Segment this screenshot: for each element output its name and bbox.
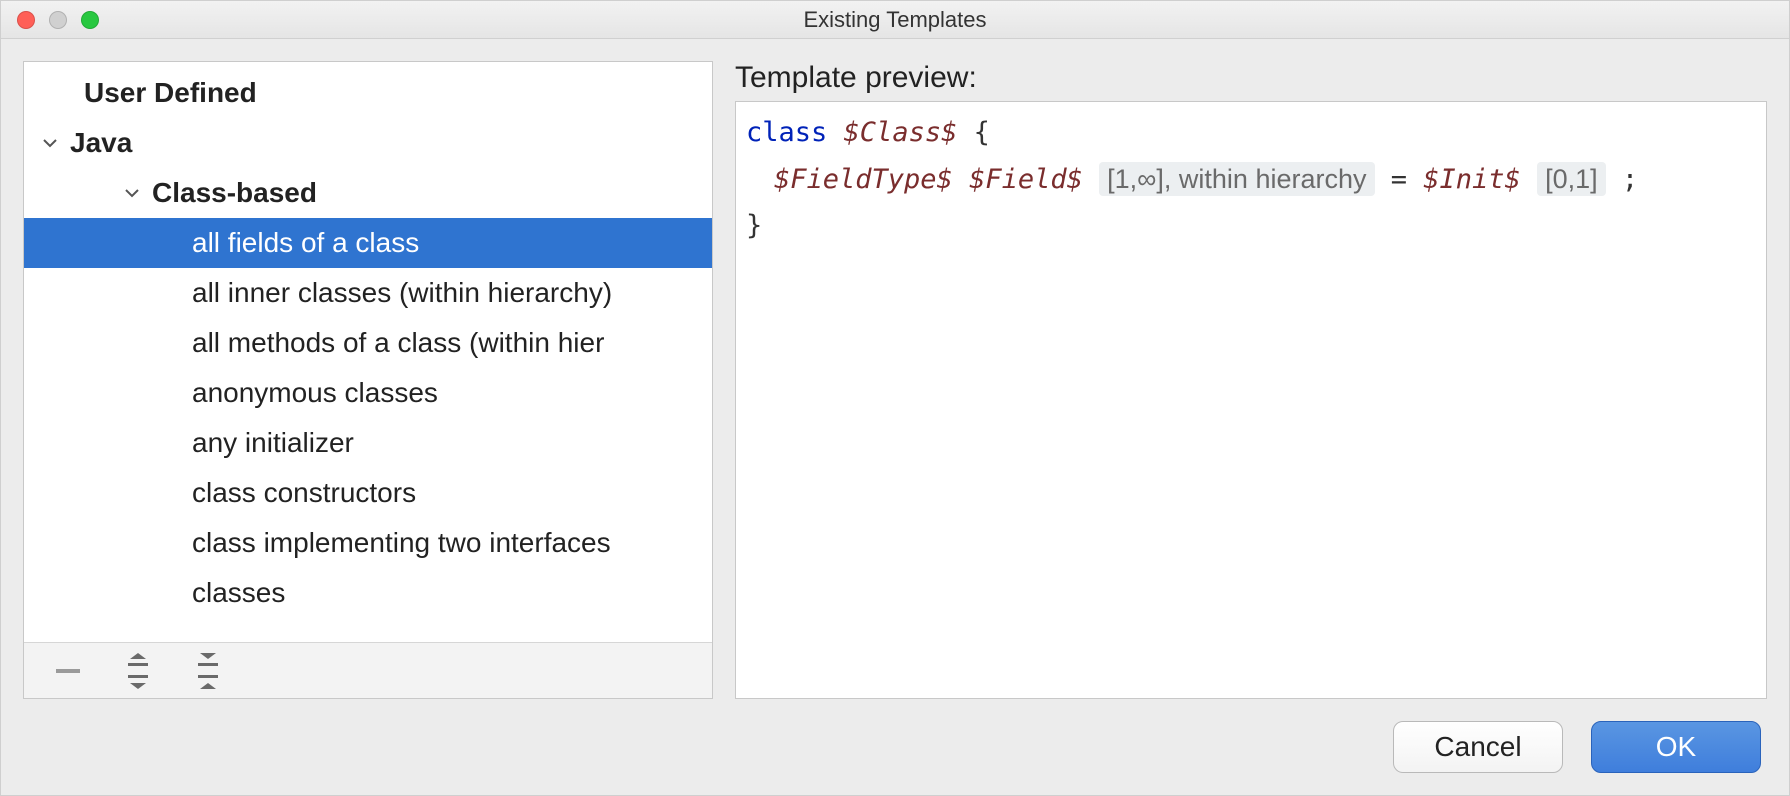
cancel-button[interactable]: Cancel	[1393, 721, 1563, 773]
tree-item[interactable]: all fields of a class	[24, 218, 712, 268]
code-hint: [0,1]	[1537, 162, 1606, 196]
tree-label: User Defined	[84, 77, 257, 109]
tree-item-label: class implementing two interfaces	[192, 527, 611, 559]
tree-item[interactable]: all methods of a class (within hier	[24, 318, 712, 368]
tree-label: Class-based	[152, 177, 317, 209]
tree-item[interactable]: anonymous classes	[24, 368, 712, 418]
collapse-all-icon[interactable]	[190, 653, 226, 689]
tree-item[interactable]: classes	[24, 568, 712, 618]
code-text: {	[974, 117, 990, 148]
code-keyword: class	[746, 117, 827, 148]
tree-item-label: all methods of a class (within hier	[192, 327, 604, 359]
preview-label: Template preview:	[735, 61, 1767, 95]
dialog-body: User Defined Java Class-based all fields…	[1, 39, 1789, 699]
code-variable: $Class$	[844, 117, 958, 148]
remove-icon[interactable]	[50, 653, 86, 689]
tree-item-label: all inner classes (within hierarchy)	[192, 277, 612, 309]
chevron-down-icon	[120, 185, 144, 201]
tree-item-label: all fields of a class	[192, 227, 419, 259]
tree-node-user-defined[interactable]: User Defined	[24, 68, 712, 118]
code-text: =	[1391, 164, 1424, 195]
code-variable: $FieldType$	[774, 164, 953, 195]
titlebar: Existing Templates	[1, 1, 1789, 39]
tree-item[interactable]: any initializer	[24, 418, 712, 468]
code-line: }	[746, 203, 1756, 249]
expand-all-icon[interactable]	[120, 653, 156, 689]
code-text: }	[746, 210, 762, 241]
preview-panel: Template preview: class $Class$ { $Field…	[735, 61, 1767, 699]
tree-item-label: classes	[192, 577, 285, 609]
template-tree[interactable]: User Defined Java Class-based all fields…	[24, 62, 712, 642]
tree-node-class-based[interactable]: Class-based	[24, 168, 712, 218]
chevron-down-icon	[38, 135, 62, 151]
tree-item-label: class constructors	[192, 477, 416, 509]
tree-toolbar	[24, 642, 712, 698]
code-text: ;	[1622, 164, 1638, 195]
tree-item-label: any initializer	[192, 427, 354, 459]
code-variable: $Init$	[1423, 164, 1521, 195]
tree-node-java[interactable]: Java	[24, 118, 712, 168]
dialog-window: Existing Templates User Defined Java	[0, 0, 1790, 796]
ok-button[interactable]: OK	[1591, 721, 1761, 773]
dialog-footer: Cancel OK	[1, 699, 1789, 795]
template-preview: class $Class$ { $FieldType$ $Field$ [1,∞…	[735, 101, 1767, 699]
tree-item-label: anonymous classes	[192, 377, 438, 409]
code-line: $FieldType$ $Field$ [1,∞], within hierar…	[746, 156, 1756, 203]
template-tree-panel: User Defined Java Class-based all fields…	[23, 61, 713, 699]
tree-item[interactable]: class implementing two interfaces	[24, 518, 712, 568]
code-variable: $Field$	[969, 164, 1083, 195]
tree-item[interactable]: class constructors	[24, 468, 712, 518]
tree-item[interactable]: all inner classes (within hierarchy)	[24, 268, 712, 318]
code-hint: [1,∞], within hierarchy	[1099, 162, 1374, 196]
tree-label: Java	[70, 127, 132, 159]
window-title: Existing Templates	[1, 7, 1789, 33]
code-line: class $Class$ {	[746, 110, 1756, 156]
